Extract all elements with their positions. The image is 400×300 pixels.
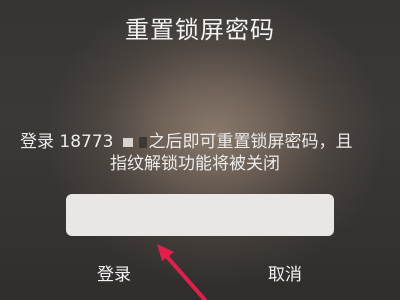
password-input[interactable] [66, 194, 334, 236]
dialog-message: 登录 18773 之后即可重置锁屏密码，且 指纹解锁功能将被关闭 [20, 131, 385, 175]
redacted-block [123, 137, 134, 147]
message-line-1: 登录 18773 之后即可重置锁屏密码，且 [20, 132, 352, 152]
account-prefix: 登录 18773 [20, 132, 114, 152]
cancel-button[interactable]: 取消 [268, 260, 302, 285]
reset-lock-password-screen: 重置锁屏密码 登录 18773 之后即可重置锁屏密码，且 指纹解锁功能将被关闭 登… [0, 0, 400, 300]
message-line-1-suffix: 之后即可重置锁屏密码，且 [148, 132, 353, 152]
dialog-title: 重置锁屏密码 [125, 16, 275, 44]
redacted-block-dark [139, 136, 148, 148]
login-button[interactable]: 登录 [97, 260, 131, 285]
message-line-2: 指纹解锁功能将被关闭 [110, 154, 280, 174]
